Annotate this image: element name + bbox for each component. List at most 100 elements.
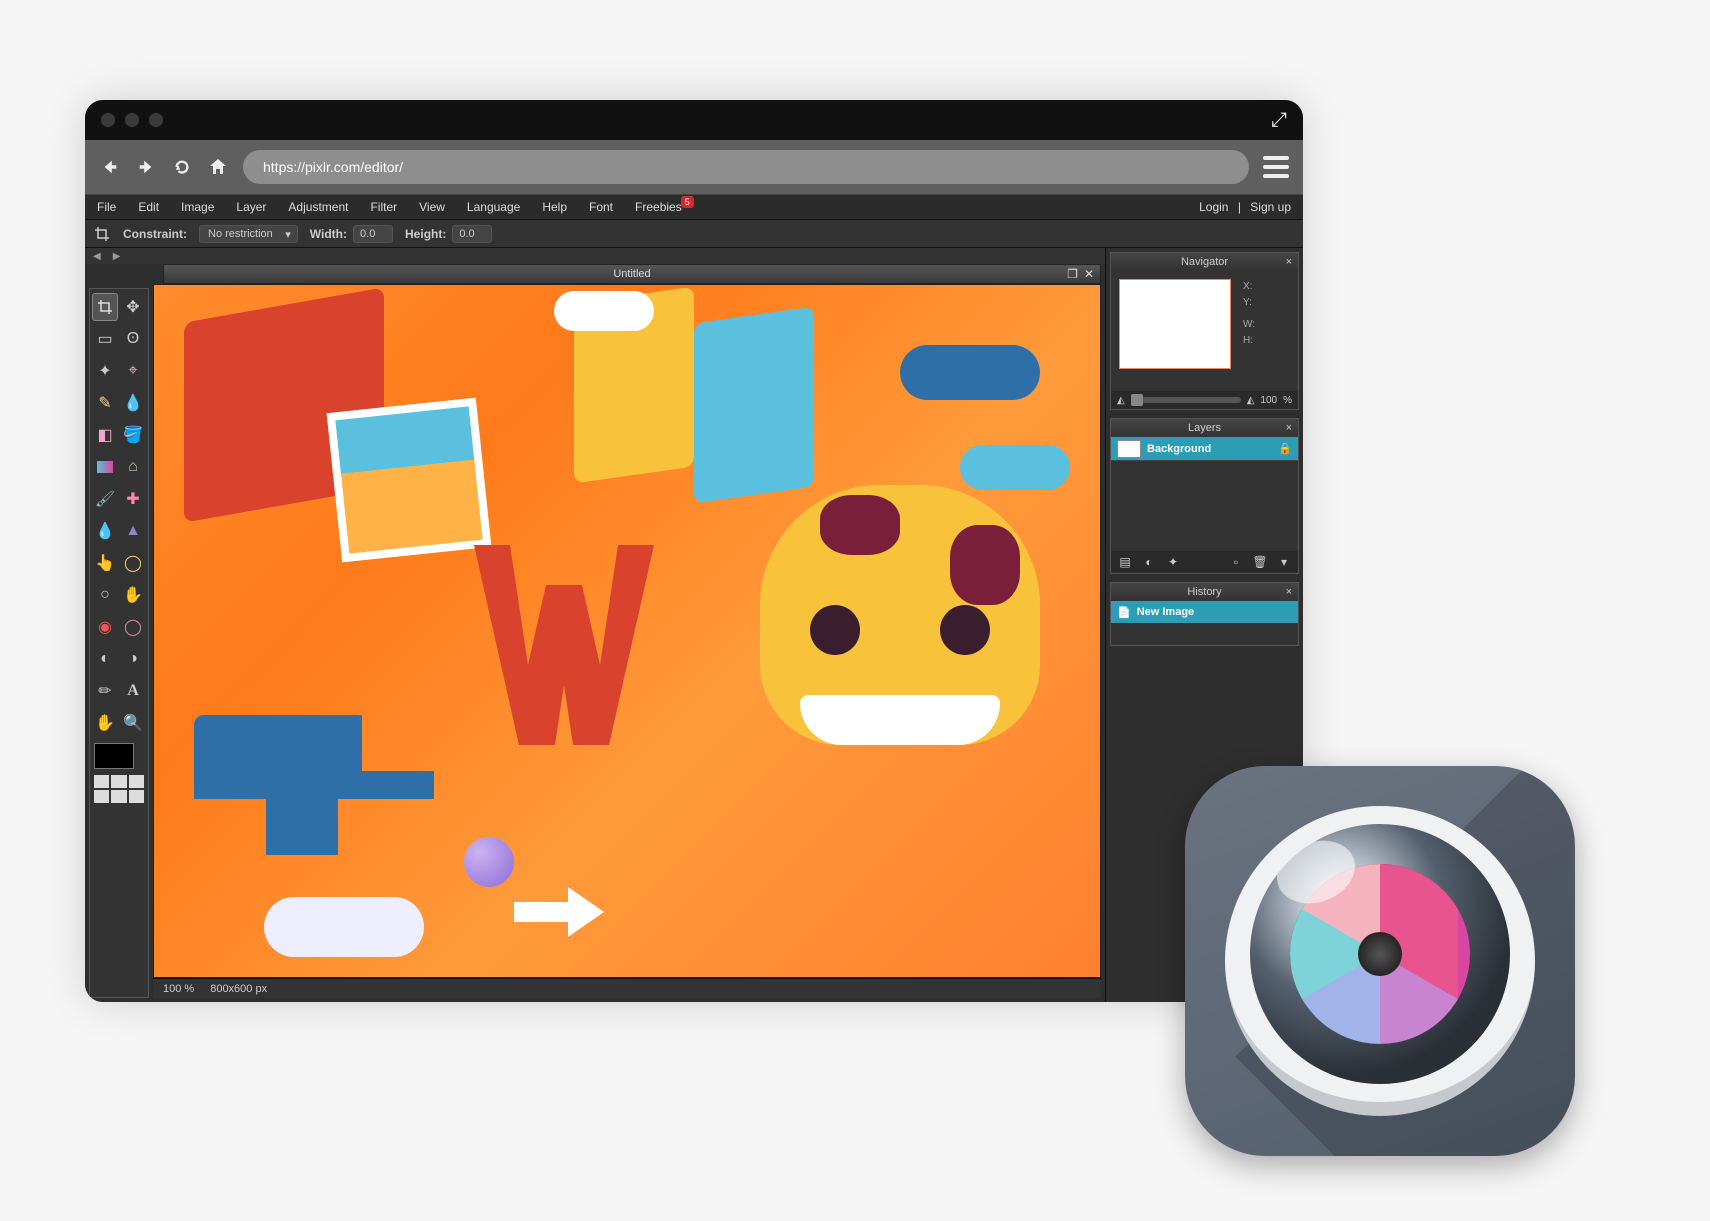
tool-panel: ✥ ▭ ʘ ✦ ⌖ ✎ 💧 ◧ 🪣 ⌂ 🖌 ✚ 💧 ▲ 👆 ◯ (89, 288, 149, 998)
zoom-out-mountain-icon[interactable]: ◭ (1117, 395, 1125, 406)
document-close-icon[interactable]: ✕ (1084, 267, 1094, 281)
color-swatches[interactable] (92, 741, 146, 773)
menu-image[interactable]: Image (181, 200, 214, 214)
history-row[interactable]: 📄 New Image (1111, 601, 1298, 623)
window-close-dot[interactable] (101, 113, 115, 127)
nav-w-label: W: (1243, 317, 1255, 333)
freebies-badge: 5 (681, 196, 694, 208)
document-tab-strip: ◀ ▶ (85, 248, 1105, 264)
tool-bucket[interactable]: 🪣 (120, 421, 146, 449)
reload-icon[interactable] (171, 156, 193, 178)
tool-pinch[interactable]: ◑ (120, 645, 146, 673)
tool-brush[interactable]: 🖌 (92, 485, 118, 513)
tool-clone[interactable]: ⌖ (120, 357, 146, 385)
forward-icon[interactable] (135, 156, 157, 178)
tool-zoom[interactable]: 🔍 (120, 709, 146, 737)
crop-icon[interactable] (93, 225, 111, 243)
menu-file[interactable]: File (97, 200, 116, 214)
zoom-unit: % (184, 983, 194, 995)
tool-crop[interactable] (92, 293, 118, 321)
layer-delete-icon[interactable]: 🗑 (1252, 554, 1268, 570)
history-step-label: New Image (1137, 606, 1194, 618)
menu-layer[interactable]: Layer (236, 200, 266, 214)
tool-move[interactable]: ✥ (120, 293, 146, 321)
constraint-select[interactable]: No restriction (199, 225, 298, 243)
layer-new-icon[interactable]: ▫ (1228, 554, 1244, 570)
menu-font[interactable]: Font (589, 200, 613, 214)
tool-burn[interactable]: ✋ (120, 581, 146, 609)
width-input[interactable]: 0.0 (353, 225, 393, 243)
menu-edit[interactable]: Edit (138, 200, 159, 214)
layer-styles-icon[interactable]: ✦ (1165, 554, 1181, 570)
camera-lens-icon (1250, 824, 1510, 1084)
tab-prev-icon[interactable]: ◀ (93, 251, 101, 262)
home-icon[interactable] (207, 156, 229, 178)
canvas[interactable] (153, 284, 1101, 978)
zoom-slider-track[interactable] (1131, 397, 1241, 403)
menu-language[interactable]: Language (467, 200, 520, 214)
tool-hand[interactable]: ✋ (92, 709, 118, 737)
menu-filter[interactable]: Filter (370, 200, 397, 214)
tab-next-icon[interactable]: ▶ (113, 251, 121, 262)
height-input[interactable]: 0.0 (452, 225, 492, 243)
layer-row[interactable]: Background 🔒 (1111, 437, 1298, 461)
app-menubar: File Edit Image Layer Adjustment Filter … (85, 194, 1303, 220)
tool-colorpick[interactable]: ✏ (92, 677, 118, 705)
tool-blur[interactable]: 💧 (92, 517, 118, 545)
layer-settings-icon[interactable]: ▤ (1117, 554, 1133, 570)
menu-adjustment[interactable]: Adjustment (288, 200, 348, 214)
history-title: History (1187, 586, 1221, 598)
nav-x-label: X: (1243, 279, 1255, 295)
window-maximize-dot[interactable] (149, 113, 163, 127)
menu-icon[interactable] (1263, 156, 1289, 178)
window-minimize-dot[interactable] (125, 113, 139, 127)
navigator-close-icon[interactable]: × (1286, 256, 1292, 268)
login-link[interactable]: Login (1199, 200, 1228, 214)
layer-more-icon[interactable]: ▾ (1276, 554, 1292, 570)
browser-nav: https://pixlr.com/editor/ (85, 140, 1303, 194)
browser-window: ⤢ https://pixlr.com/editor/ File Edit Im… (85, 100, 1303, 1002)
constraint-value: No restriction (208, 228, 273, 240)
menu-freebies[interactable]: Freebies 5 (635, 200, 682, 214)
layer-mask-icon[interactable]: ◐ (1141, 554, 1157, 570)
tool-eyedropper[interactable]: 💧 (120, 389, 146, 417)
back-icon[interactable] (99, 156, 121, 178)
tool-sharpen[interactable]: ▲ (120, 517, 146, 545)
tool-stamp[interactable]: ⌂ (120, 453, 146, 481)
lock-icon[interactable]: 🔒 (1278, 442, 1292, 455)
expand-icon[interactable]: ⤢ (1271, 109, 1287, 132)
tool-lasso[interactable]: ʘ (120, 325, 146, 353)
swatch-presets[interactable] (92, 773, 146, 805)
tool-pencil[interactable]: ✎ (92, 389, 118, 417)
nav-zoom-value: 100 (1260, 395, 1277, 406)
document-restore-icon[interactable]: ❐ (1067, 267, 1078, 281)
tool-dodge[interactable]: ○ (92, 581, 118, 609)
nav-h-label: H: (1243, 333, 1255, 349)
tool-text[interactable]: A (120, 677, 146, 705)
url-bar[interactable]: https://pixlr.com/editor/ (243, 150, 1249, 184)
tool-heal[interactable]: ✚ (120, 485, 146, 513)
tool-redeye[interactable]: ◉ (92, 613, 118, 641)
navigator-zoom-slider: ◭ ◭ 100 % (1111, 391, 1298, 409)
tool-spot[interactable]: ◯ (120, 613, 146, 641)
menu-view[interactable]: View (419, 200, 445, 214)
zoom-in-mountain-icon[interactable]: ◭ (1247, 395, 1255, 406)
tool-gradient[interactable] (92, 453, 118, 481)
tool-wand[interactable]: ✦ (92, 357, 118, 385)
tool-marquee[interactable]: ▭ (92, 325, 118, 353)
tool-bloat[interactable]: ◐ (92, 645, 118, 673)
document-titlebar[interactable]: Untitled ❐ ✕ (163, 264, 1101, 284)
zoom-slider-thumb[interactable] (1131, 394, 1143, 406)
foreground-color[interactable] (94, 743, 134, 769)
layers-empty-area[interactable] (1111, 461, 1298, 551)
tool-eraser[interactable]: ◧ (92, 421, 118, 449)
width-label: Width: (310, 227, 347, 241)
menu-help[interactable]: Help (542, 200, 567, 214)
tool-sponge[interactable]: ◯ (120, 549, 146, 577)
navigator-thumbnail[interactable] (1119, 279, 1231, 369)
signup-link[interactable]: Sign up (1250, 200, 1291, 214)
history-empty-area (1111, 623, 1298, 645)
layers-close-icon[interactable]: × (1286, 422, 1292, 434)
tool-smudge[interactable]: 👆 (92, 549, 118, 577)
history-close-icon[interactable]: × (1286, 586, 1292, 598)
